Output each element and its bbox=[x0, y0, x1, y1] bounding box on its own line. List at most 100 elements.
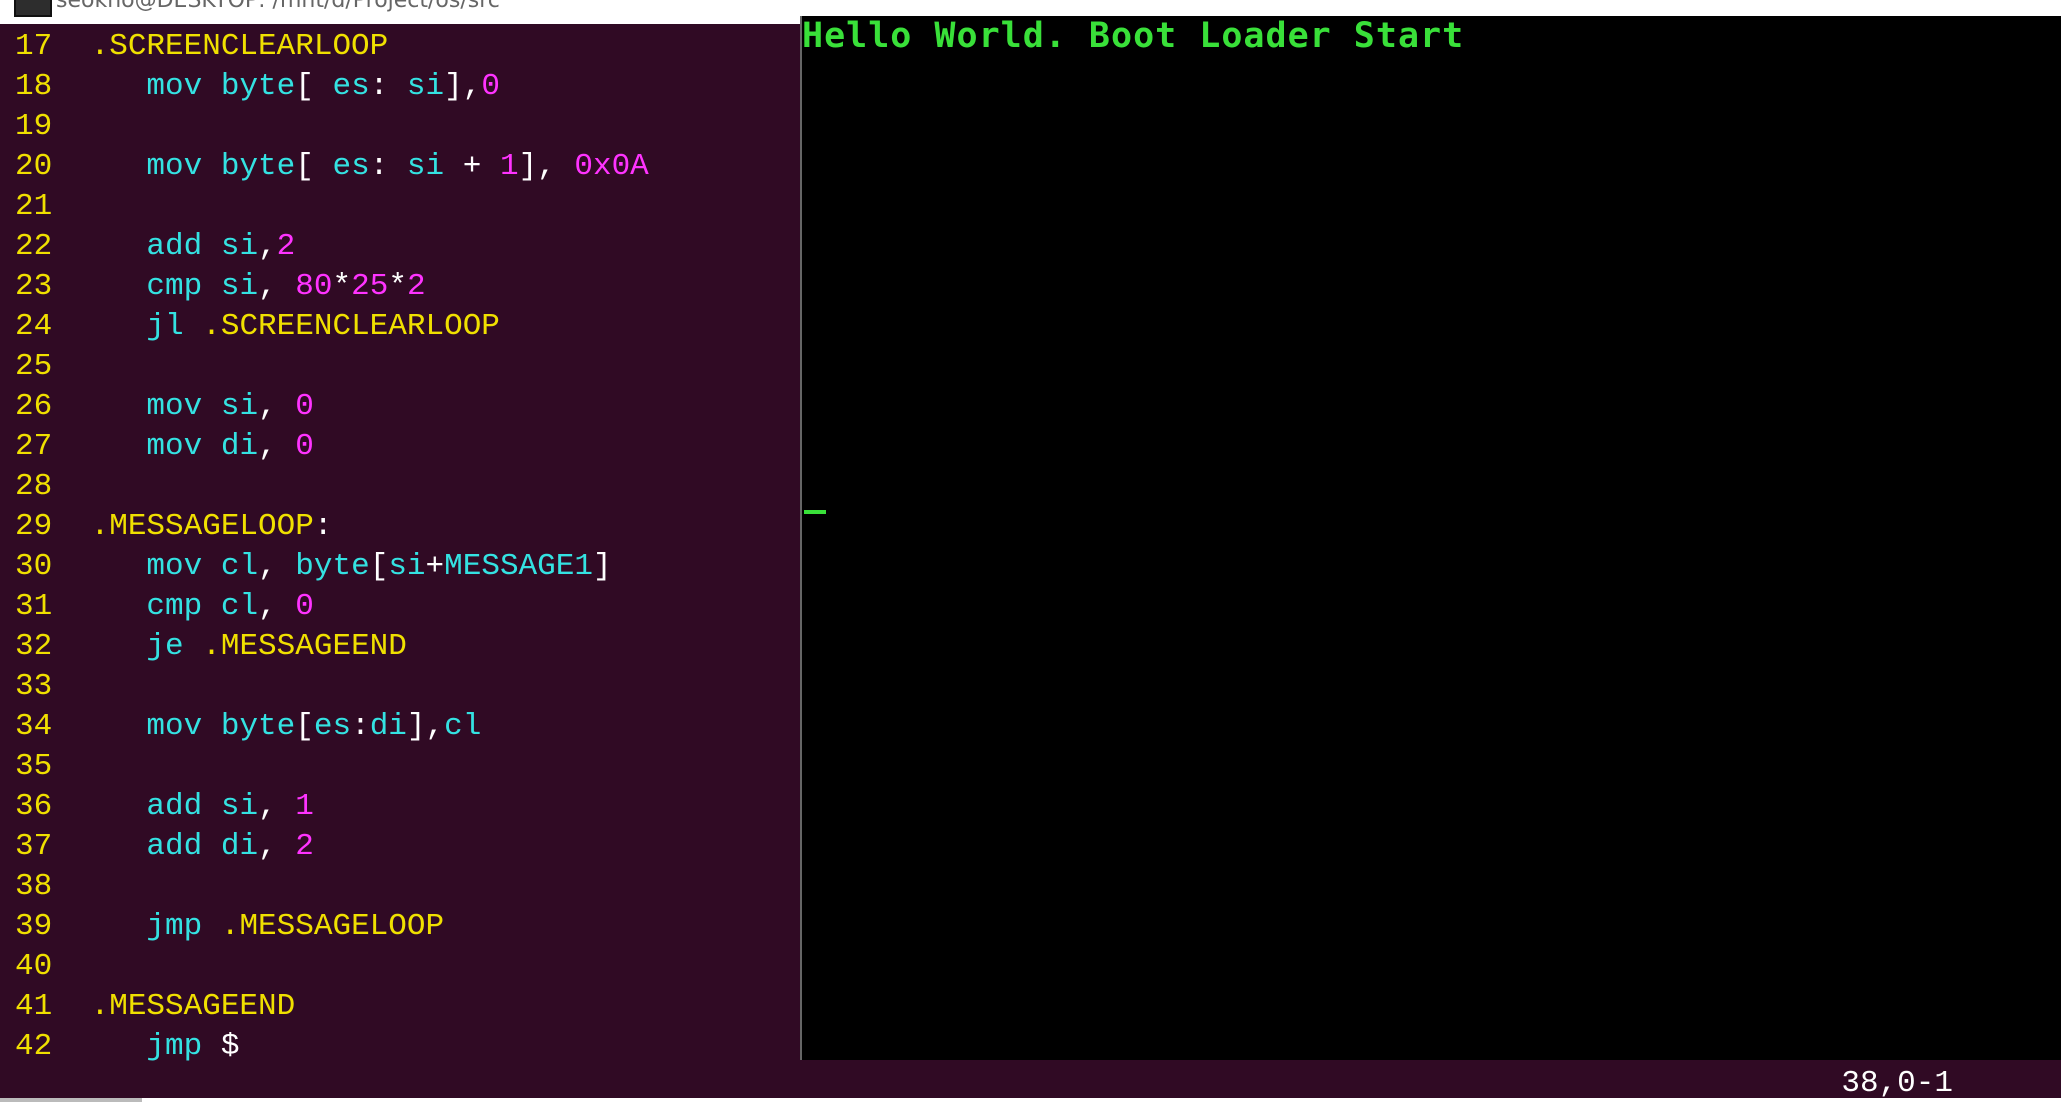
code-token: , bbox=[258, 389, 296, 424]
code-line[interactable]: 26 mov si, 0 bbox=[0, 387, 649, 427]
text-cursor bbox=[804, 510, 826, 514]
code-token: cmp bbox=[146, 589, 203, 624]
line-number: 26 bbox=[15, 389, 53, 424]
code-token: si bbox=[406, 149, 445, 184]
code-token: 2 bbox=[295, 829, 314, 864]
code-line[interactable]: 37 add di, 2 bbox=[0, 827, 649, 867]
code-line[interactable]: 40 bbox=[0, 947, 649, 987]
code-line[interactable]: 35 bbox=[0, 747, 649, 787]
line-number: 41 bbox=[15, 989, 53, 1024]
code-line[interactable]: 30 mov cl, byte[si+MESSAGE1] bbox=[0, 547, 649, 587]
scrollbar[interactable] bbox=[0, 1098, 142, 1102]
line-number: 17 bbox=[15, 29, 53, 64]
code-line[interactable]: 27 mov di, 0 bbox=[0, 427, 649, 467]
code-token: , bbox=[258, 789, 296, 824]
code-line[interactable]: 21 bbox=[0, 187, 649, 227]
code-token: mov bbox=[146, 149, 203, 184]
code-token: si bbox=[220, 269, 259, 304]
code-token: add bbox=[146, 829, 203, 864]
code-token: mov bbox=[146, 549, 203, 584]
code-line[interactable]: 25 bbox=[0, 347, 649, 387]
code-line[interactable]: 20 mov byte[ es: si + 1], 0x0A bbox=[0, 147, 649, 187]
line-number: 28 bbox=[15, 469, 53, 504]
code-line[interactable]: 18 mov byte[ es: si],0 bbox=[0, 67, 649, 107]
code-token: jmp bbox=[146, 1029, 203, 1064]
line-number: 25 bbox=[15, 349, 53, 384]
code-token: byte bbox=[220, 69, 296, 104]
code-line[interactable]: 41 .MESSAGEEND bbox=[0, 987, 649, 1027]
code-line[interactable]: 32 je .MESSAGEEND bbox=[0, 627, 649, 667]
code-token: 2 bbox=[406, 269, 426, 304]
line-number: 18 bbox=[15, 69, 53, 104]
code-token: 0 bbox=[481, 69, 500, 104]
code-token: mov bbox=[146, 69, 203, 104]
code-token: MESSAGE1 bbox=[444, 549, 593, 584]
code-token: mov bbox=[146, 389, 203, 424]
line-number: 29 bbox=[15, 509, 53, 544]
code-line[interactable]: 22 add si,2 bbox=[0, 227, 649, 267]
line-number: 42 bbox=[15, 1029, 53, 1064]
code-token: : bbox=[351, 709, 370, 744]
code-token: jmp bbox=[146, 909, 203, 944]
code-token: di bbox=[220, 429, 259, 464]
code-token: byte bbox=[220, 149, 296, 184]
cursor-position: 38,0-1 bbox=[1841, 1066, 1953, 1101]
code-line[interactable]: 29 .MESSAGELOOP: bbox=[0, 507, 649, 547]
code-line[interactable]: 31 cmp cl, 0 bbox=[0, 587, 649, 627]
code-line[interactable]: 19 bbox=[0, 107, 649, 147]
line-number: 22 bbox=[15, 229, 53, 264]
code-token: si bbox=[406, 69, 445, 104]
vim-editor-pane[interactable]: 17 .SCREENCLEARLOOP 18 mov byte[ es: si],… bbox=[0, 24, 800, 1098]
line-number: 23 bbox=[15, 269, 53, 304]
code-token: si bbox=[220, 389, 259, 424]
code-token: 0x0A bbox=[574, 149, 649, 184]
code-token: cl bbox=[220, 549, 259, 584]
code-token: cl bbox=[220, 589, 259, 624]
code-token: .MESSAGEEND bbox=[90, 989, 296, 1024]
line-number: 21 bbox=[15, 189, 53, 224]
code-line[interactable]: 42 jmp $ bbox=[0, 1027, 649, 1067]
code-token: 1 bbox=[295, 789, 314, 824]
code-token: 0 bbox=[295, 389, 314, 424]
line-number: 31 bbox=[15, 589, 53, 624]
code-line[interactable]: 36 add si, 1 bbox=[0, 787, 649, 827]
code-line[interactable]: 38 bbox=[0, 867, 649, 907]
code-token: jl bbox=[146, 309, 184, 344]
code-token: cmp bbox=[146, 269, 203, 304]
code-line[interactable]: 39 jmp .MESSAGELOOP bbox=[0, 907, 649, 947]
code-line[interactable]: 17 .SCREENCLEARLOOP bbox=[0, 27, 649, 67]
code-line[interactable]: 34 mov byte[es:di],cl bbox=[0, 707, 649, 747]
code-token: : bbox=[369, 149, 407, 184]
code-token: .SCREENCLEARLOOP bbox=[202, 309, 500, 344]
emulator-screen[interactable]: Hello World. Boot Loader Start bbox=[800, 16, 2061, 1060]
code-token: , bbox=[258, 269, 296, 304]
bottom-strip bbox=[0, 1098, 2061, 1106]
line-number: 19 bbox=[15, 109, 53, 144]
code-token: 80 bbox=[295, 269, 333, 304]
code-line[interactable]: 28 bbox=[0, 467, 649, 507]
code-line[interactable]: 24 jl .SCREENCLEARLOOP bbox=[0, 307, 649, 347]
code-lines[interactable]: 17 .SCREENCLEARLOOP 18 mov byte[ es: si],… bbox=[0, 27, 649, 1067]
line-number: 37 bbox=[15, 829, 53, 864]
window-title: seokho@DESKTOP: /mnt/d/Project/os/src bbox=[56, 0, 500, 13]
code-line[interactable]: 33 bbox=[0, 667, 649, 707]
code-line[interactable]: 23 cmp si, 80*25*2 bbox=[0, 267, 649, 307]
code-token: 0 bbox=[295, 429, 314, 464]
code-token: [ bbox=[369, 549, 389, 584]
terminal-icon bbox=[14, 0, 52, 17]
code-token: 1 bbox=[499, 149, 519, 184]
